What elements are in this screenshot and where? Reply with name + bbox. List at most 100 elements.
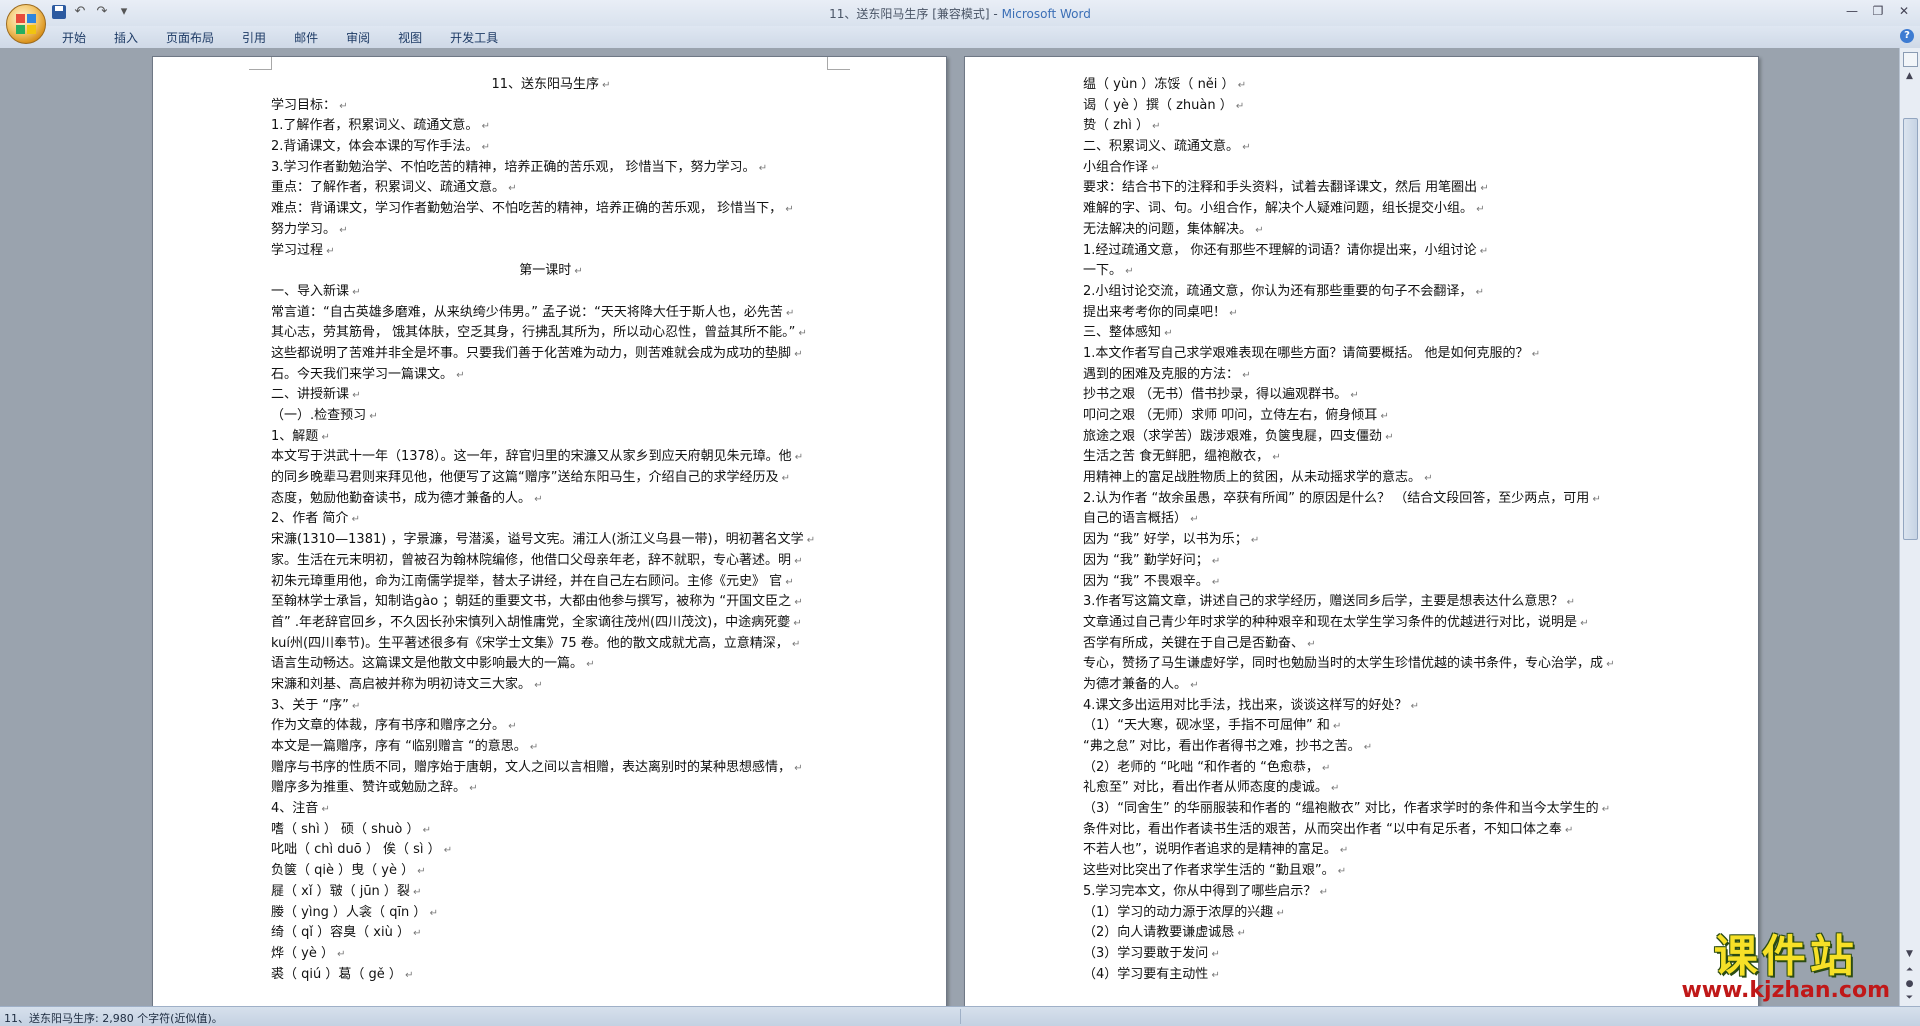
vertical-scrollbar[interactable]: ▲ ▼ ⏶ ● ⏷ bbox=[1899, 48, 1920, 1008]
page-text-left[interactable]: 11、送东阳马生序学习目标：1.了解作者，积累词义、疏通文意。2.背诵课文，体会… bbox=[271, 75, 831, 985]
tab-4[interactable]: 邮件 bbox=[280, 30, 332, 46]
text-line: 嗜（ shì ） 硕（ shuò ） bbox=[271, 820, 831, 841]
view-ruler-icon[interactable] bbox=[1903, 52, 1918, 67]
text-line: 5.学习完本文，你从中得到了哪些启示？ bbox=[1083, 882, 1648, 903]
text-line: 态度，勉励他勤奋读书，成为德才兼备的人。 bbox=[271, 489, 831, 510]
text-line: 赠序多为推重、赞许或勉励之辞。 bbox=[271, 778, 831, 799]
text-line: 要求：结合书下的注释和手头资料，试着去翻译课文，然后 用笔圈出 bbox=[1083, 178, 1648, 199]
text-line: 家。生活在元末明初，曾被召为翰林院编修，他借口父母亲年老，辞不就职，专心著述。明 bbox=[271, 551, 831, 572]
maximize-icon[interactable]: ❐ bbox=[1866, 2, 1890, 20]
text-line: 抄书之艰 （无书）借书抄录，得以遍观群书。 bbox=[1083, 385, 1648, 406]
text-line: 这些对比突出了作者求学生活的 “勤且艰”。 bbox=[1083, 861, 1648, 882]
text-line: 难解的字、词、句。小组合作，解决个人疑难问题，组长提交小组。 bbox=[1083, 199, 1648, 220]
office-logo-icon bbox=[16, 14, 36, 34]
ribbon: 开始 插入 页面布局 引用 邮件 审阅 视图 开发工具 ? bbox=[0, 26, 1920, 49]
application-name: Microsoft Word bbox=[1001, 7, 1091, 21]
document-workspace: 11、送东阳马生序学习目标：1.了解作者，积累词义、疏通文意。2.背诵课文，体会… bbox=[0, 48, 1900, 1006]
text-line: 屣（ xǐ ）皲（ jūn ）裂 bbox=[271, 882, 831, 903]
text-line: 11、送东阳马生序 bbox=[271, 75, 831, 96]
text-line: 其心志，劳其筋骨， 饿其体肤，空乏其身，行拂乱其所为，所以动心忍性，曾益其所不能… bbox=[271, 323, 831, 344]
document-page-right[interactable]: 缊（ yùn ）冻馁（ něi ） 谒（ yè ）撰（ zhuàn ） 贽（ z… bbox=[964, 56, 1759, 1006]
text-line: 文章通过自己青少年时求学的种种艰辛和现在太学生学习条件的优越进行对比，说明是 bbox=[1083, 613, 1648, 634]
text-line: （1）“天大寒，砚冰坚，手指不可屈伸” 和 bbox=[1083, 716, 1648, 737]
tab-6[interactable]: 视图 bbox=[384, 30, 436, 46]
text-line: 自己的语言概括） bbox=[1083, 509, 1648, 530]
text-line: 本文写于洪武十一年（1378）。这一年，辞官归里的宋濂又从家乡到应天府朝见朱元璋… bbox=[271, 447, 831, 468]
page-text-right[interactable]: 缊（ yùn ）冻馁（ něi ） 谒（ yè ）撰（ zhuàn ） 贽（ z… bbox=[1083, 75, 1648, 985]
minimize-icon[interactable]: — bbox=[1840, 2, 1864, 20]
text-line: 学习过程 bbox=[271, 241, 831, 262]
text-line: 无法解决的问题，集体解决。 bbox=[1083, 220, 1648, 241]
text-line: 一下。 bbox=[1083, 261, 1648, 282]
text-line: 3.作者写这篇文章，讲述自己的求学经历，赠送同乡后学，主要是想表达什么意思？ bbox=[1083, 592, 1648, 613]
text-line: 语言生动畅达。这篇课文是他散文中影响最大的一篇。 bbox=[271, 654, 831, 675]
text-line: 4.课文多出运用对比手法，找出来，谈谈这样写的好处？ bbox=[1083, 696, 1648, 717]
text-line: 一、导入新课 bbox=[271, 282, 831, 303]
select-browse-object-icon[interactable]: ● bbox=[1903, 978, 1916, 991]
close-icon[interactable]: ✕ bbox=[1892, 2, 1916, 20]
text-line: 叩问之艰 （无师）求师 叩问，立侍左右，俯身倾耳 bbox=[1083, 406, 1648, 427]
text-line: 绮（ qǐ ）容臭（ xiù ） bbox=[271, 923, 831, 944]
title-bar: ↶ ↷ ▾ 11、送东阳马生序 [兼容模式] - Microsoft Word … bbox=[0, 0, 1920, 27]
text-line: 这些都说明了苦难并非全是坏事。只要我们善于化苦难为动力，则苦难就会成为成功的垫脚 bbox=[271, 344, 831, 365]
scroll-down-icon[interactable]: ▼ bbox=[1903, 948, 1916, 961]
text-line: （3）“同舍生” 的华丽服装和作者的 “缊袍敝衣” 对比，作者求学时的条件和当今… bbox=[1083, 799, 1648, 820]
status-bar: 11、送东阳马生序: 2,980 个字符(近似值)。 bbox=[0, 1006, 1920, 1026]
text-line: 2.小组讨论交流，疏通文意，你认为还有那些重要的句子不会翻译， bbox=[1083, 282, 1648, 303]
text-line: （2）向人请教要谦虚诚恳 bbox=[1083, 923, 1648, 944]
text-line: 4、注音 bbox=[271, 799, 831, 820]
crop-mark bbox=[827, 57, 850, 70]
text-line: 作为文章的体裁，序有书序和赠序之分。 bbox=[271, 716, 831, 737]
window-controls: — ❐ ✕ bbox=[1840, 2, 1916, 20]
text-line: 石。今天我们来学习一篇课文。 bbox=[271, 365, 831, 386]
text-line: （2）老师的 “叱咄 “和作者的 “色愈恭， bbox=[1083, 758, 1648, 779]
text-line: 学习目标： bbox=[271, 96, 831, 117]
text-line: 努力学习。 bbox=[271, 220, 831, 241]
text-line: 缊（ yùn ）冻馁（ něi ） bbox=[1083, 75, 1648, 96]
text-line: 宋濂(1310—1381) ，字景濂，号潜溪，谥号文宪。浦江人(浙江义乌县一带)… bbox=[271, 530, 831, 551]
text-line: 1.本文作者写自己求学艰难表现在哪些方面？请简要概括。 他是如何克服的？ bbox=[1083, 344, 1648, 365]
tab-1[interactable]: 插入 bbox=[100, 30, 152, 46]
text-line: 条件对比，看出作者读书生活的艰苦，从而突出作者 “以中有足乐者，不知口体之奉 bbox=[1083, 820, 1648, 841]
document-title: 11、送东阳马生序 [兼容模式] bbox=[829, 7, 990, 21]
watermark-main-text: 课件站 bbox=[1713, 931, 1858, 982]
text-line: 赠序与书序的性质不同，赠序始于唐朝，文人之间以言相赠，表达离别时的某种思想感情， bbox=[271, 758, 831, 779]
text-line: 因为 “我” 好学，以书为乐； bbox=[1083, 530, 1648, 551]
ribbon-tabs: 开始 插入 页面布局 引用 邮件 审阅 视图 开发工具 bbox=[48, 30, 512, 46]
tab-7[interactable]: 开发工具 bbox=[436, 30, 512, 46]
text-line: 贽（ zhì ） bbox=[1083, 116, 1648, 137]
text-line: 烨（ yè ） bbox=[271, 944, 831, 965]
watermark-logo: 课件站 www.kjzhan.com bbox=[1681, 920, 1890, 1003]
text-line: 小组合作译 bbox=[1083, 158, 1648, 179]
text-line: 2.认为作者 “故余虽愚，卒获有所闻” 的原因是什么？ （结合文段回答，至少两点… bbox=[1083, 489, 1648, 510]
tab-5[interactable]: 审阅 bbox=[332, 30, 384, 46]
word-count-status[interactable]: 11、送东阳马生序: 2,980 个字符(近似值)。 bbox=[4, 1010, 223, 1026]
text-line: 叱咄（ chì duō ） 俟（ sì ） bbox=[271, 840, 831, 861]
next-page-icon[interactable]: ⏷ bbox=[1903, 992, 1916, 1005]
text-line: 重点：了解作者，积累词义、疏通文意。 bbox=[271, 178, 831, 199]
tab-3[interactable]: 引用 bbox=[228, 30, 280, 46]
text-line: “弗之怠” 对比，看出作者得书之难，抄书之苦。 bbox=[1083, 737, 1648, 758]
previous-page-icon[interactable]: ⏶ bbox=[1903, 964, 1916, 977]
text-line: 三、整体感知 bbox=[1083, 323, 1648, 344]
text-line: 负箧（ qiè ）曳（ yè ） bbox=[271, 861, 831, 882]
text-line: （4）学习要有主动性 bbox=[1083, 965, 1648, 986]
text-line: 首” .年老辞官回乡，不久因长孙宋慎列入胡惟庸党，全家谪往茂州(四川茂汶)，中途… bbox=[271, 613, 831, 634]
scroll-up-icon[interactable]: ▲ bbox=[1903, 70, 1916, 83]
status-divider bbox=[960, 1009, 961, 1024]
text-line: 本文是一篇赠序，序有 “临别赠言 “的意思。 bbox=[271, 737, 831, 758]
scrollbar-thumb[interactable] bbox=[1903, 118, 1918, 540]
tab-2[interactable]: 页面布局 bbox=[152, 30, 228, 46]
tab-0[interactable]: 开始 bbox=[48, 30, 100, 46]
text-line: 2.背诵课文，体会本课的写作手法。 bbox=[271, 137, 831, 158]
text-line: 专心，赞扬了马生谦虚好学，同时也勉励当时的太学生珍惜优越的读书条件，专心治学，成 bbox=[1083, 654, 1648, 675]
window-title: 11、送东阳马生序 [兼容模式] - Microsoft Word bbox=[0, 5, 1920, 22]
help-icon[interactable]: ? bbox=[1900, 29, 1914, 43]
text-line: 至翰林学士承旨，知制诰ɡào ；朝廷的重要文书，大都由他参与撰写，被称为 “开国… bbox=[271, 592, 831, 613]
watermark-url: www.kjzhan.com bbox=[1681, 978, 1890, 1003]
text-line: （3）学习要敢于发问 bbox=[1083, 944, 1648, 965]
text-line: 1.了解作者，积累词义、疏通文意。 bbox=[271, 116, 831, 137]
office-button[interactable] bbox=[6, 4, 46, 44]
text-line: 不若人也”，说明作者追求的是精神的富足。 bbox=[1083, 840, 1648, 861]
document-page-left[interactable]: 11、送东阳马生序学习目标：1.了解作者，积累词义、疏通文意。2.背诵课文，体会… bbox=[152, 56, 947, 1006]
